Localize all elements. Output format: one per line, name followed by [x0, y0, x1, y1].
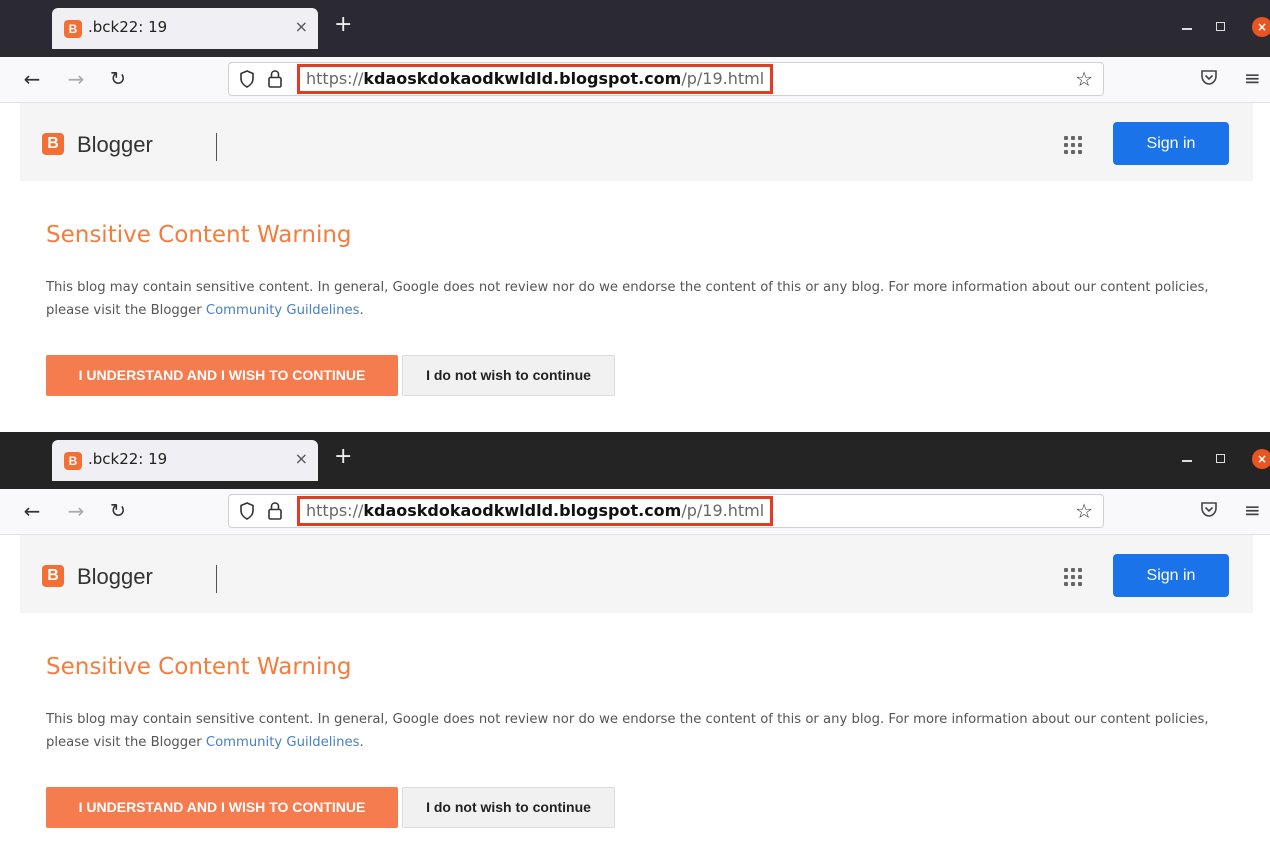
close-window-icon[interactable]: ×: [1252, 17, 1270, 37]
shield-icon[interactable]: [239, 502, 255, 520]
warning-title: Sensitive Content Warning: [46, 654, 352, 680]
continue-button[interactable]: I UNDERSTAND AND I WISH TO CONTINUE: [46, 787, 398, 828]
back-arrow-icon[interactable]: ←: [18, 65, 46, 93]
browser-screenshot-bottom: B .bck22: 19 × + × ← → ↻ https://kdaoskd…: [0, 432, 1270, 856]
back-arrow-icon[interactable]: ←: [18, 497, 46, 525]
tab-title: .bck22: 19: [88, 18, 168, 36]
minimize-icon[interactable]: [1182, 28, 1192, 30]
apps-grid-icon[interactable]: [1064, 136, 1084, 156]
url-domain: kdaoskdokaodkwldld.blogspot.com: [363, 501, 682, 520]
community-guidelines-link[interactable]: Community Guildelines: [206, 303, 360, 318]
active-tab[interactable]: B .bck22: 19 ×: [52, 8, 318, 49]
url-domain: kdaoskdokaodkwldld.blogspot.com: [363, 69, 682, 88]
blogger-logo-icon[interactable]: B: [42, 133, 64, 155]
close-window-icon[interactable]: ×: [1252, 449, 1270, 469]
warning-text: This blog may contain sensitive content.…: [46, 276, 1236, 322]
star-icon[interactable]: ☆: [1075, 67, 1093, 91]
tab-bar: B .bck22: 19 × + ×: [0, 0, 1270, 57]
decline-button[interactable]: I do not wish to continue: [402, 355, 615, 396]
url-prefix: https://: [306, 501, 364, 520]
warning-text-end: .: [359, 303, 364, 318]
menu-icon[interactable]: ≡: [1244, 66, 1261, 90]
blogger-brand[interactable]: Blogger: [77, 132, 153, 158]
tab-close-icon[interactable]: ×: [295, 449, 308, 468]
apps-grid-icon[interactable]: [1064, 568, 1084, 588]
community-guidelines-link[interactable]: Community Guildelines: [206, 735, 360, 750]
sign-in-button[interactable]: Sign in: [1113, 554, 1229, 597]
maximize-icon[interactable]: [1216, 22, 1225, 31]
tab-title: .bck22: 19: [88, 450, 168, 468]
active-tab[interactable]: B .bck22: 19 ×: [52, 440, 318, 481]
minimize-icon[interactable]: [1182, 460, 1192, 462]
blogger-favicon-icon: B: [64, 452, 82, 470]
reload-icon[interactable]: ↻: [104, 65, 132, 93]
header-divider: [216, 133, 217, 161]
forward-arrow-icon[interactable]: →: [62, 65, 90, 93]
tab-close-icon[interactable]: ×: [295, 17, 308, 36]
warning-title: Sensitive Content Warning: [46, 222, 352, 248]
url-prefix: https://: [306, 69, 364, 88]
header-divider: [216, 565, 217, 593]
lock-icon[interactable]: [267, 501, 283, 521]
decline-button[interactable]: I do not wish to continue: [402, 787, 615, 828]
warning-text: This blog may contain sensitive content.…: [46, 708, 1236, 754]
blogger-header: B Blogger Sign in: [20, 535, 1253, 613]
warning-text-end: .: [359, 735, 364, 750]
blogger-header: B Blogger Sign in: [20, 103, 1253, 181]
continue-button[interactable]: I UNDERSTAND AND I WISH TO CONTINUE: [46, 355, 398, 396]
shield-icon[interactable]: [239, 70, 255, 88]
blogger-brand[interactable]: Blogger: [77, 564, 153, 590]
star-icon[interactable]: ☆: [1075, 499, 1093, 523]
menu-icon[interactable]: ≡: [1244, 498, 1261, 522]
url-text[interactable]: https://kdaoskdokaodkwldld.blogspot.com/…: [297, 64, 774, 94]
reload-icon[interactable]: ↻: [104, 497, 132, 525]
url-path: /p/19.html: [681, 501, 765, 520]
pocket-icon[interactable]: [1200, 501, 1218, 518]
url-text[interactable]: https://kdaoskdokaodkwldld.blogspot.com/…: [297, 496, 774, 526]
url-bar[interactable]: https://kdaoskdokaodkwldld.blogspot.com/…: [228, 62, 1104, 96]
url-path: /p/19.html: [681, 69, 765, 88]
tab-bar: B .bck22: 19 × + ×: [0, 432, 1270, 489]
navigation-toolbar: ← → ↻ https://kdaoskdokaodkwldld.blogspo…: [0, 57, 1270, 103]
blogger-favicon-icon: B: [64, 20, 82, 38]
browser-screenshot-top: B .bck22: 19 × + × ← → ↻ https://kdaoskd…: [0, 0, 1270, 428]
lock-icon[interactable]: [267, 69, 283, 89]
pocket-icon[interactable]: [1200, 69, 1218, 86]
new-tab-button[interactable]: +: [334, 12, 352, 37]
forward-arrow-icon[interactable]: →: [62, 497, 90, 525]
sign-in-button[interactable]: Sign in: [1113, 122, 1229, 165]
url-bar[interactable]: https://kdaoskdokaodkwldld.blogspot.com/…: [228, 494, 1104, 528]
maximize-icon[interactable]: [1216, 454, 1225, 463]
new-tab-button[interactable]: +: [334, 444, 352, 469]
blogger-logo-icon[interactable]: B: [42, 565, 64, 587]
navigation-toolbar: ← → ↻ https://kdaoskdokaodkwldld.blogspo…: [0, 489, 1270, 535]
